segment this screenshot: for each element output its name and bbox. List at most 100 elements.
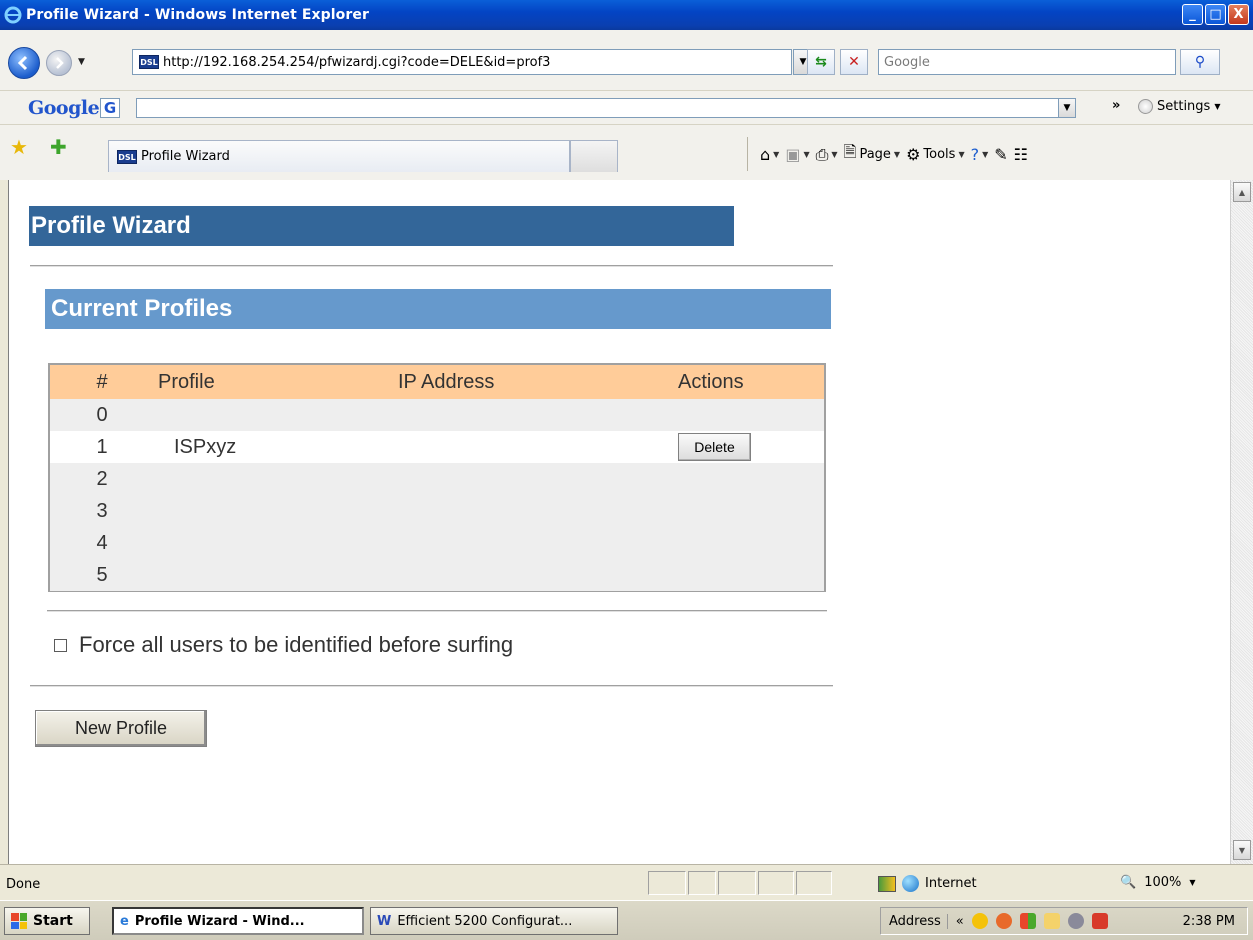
start-label: Start [33, 913, 73, 929]
research-icon: ✎ [994, 145, 1008, 164]
favorites-star-icon[interactable]: ★ [10, 135, 28, 159]
search-input[interactable]: Google [878, 49, 1176, 75]
help-button[interactable]: ? ▼ [971, 145, 989, 164]
security-zone[interactable]: Internet [878, 875, 977, 892]
row-actions: Delete [678, 433, 824, 461]
tray-address-label[interactable]: Address [889, 913, 948, 929]
settings-tray-icon[interactable] [1067, 913, 1084, 929]
back-button[interactable] [8, 47, 40, 79]
settings-label: Settings [1157, 99, 1211, 114]
navigation-bar: ▼ DSL http://192.168.254.254/pfwizardj.c… [0, 30, 1253, 90]
status-bar: Done Internet 🔍 100% ▼ [0, 864, 1253, 900]
table-row: 2 [50, 463, 824, 495]
zoom-icon: 🔍 [1120, 875, 1137, 890]
new-tab-button[interactable] [570, 140, 618, 172]
maximize-button[interactable]: □ [1205, 4, 1226, 25]
force-identify-checkbox[interactable] [54, 638, 67, 652]
ie-task-icon: e [120, 913, 129, 929]
new-profile-button[interactable]: New Profile [35, 710, 207, 747]
google-search-input[interactable] [136, 98, 1060, 118]
gear-icon: ⚙ [906, 145, 921, 164]
google-logo: Google [28, 97, 100, 119]
delete-profile-button[interactable]: Delete [678, 433, 751, 461]
row-number: 2 [96, 467, 108, 490]
row-profile: ISPxyz [174, 435, 237, 458]
stop-button[interactable]: ✕ [840, 49, 868, 75]
scroll-up-button[interactable]: ▲ [1233, 182, 1251, 202]
stop-icon: ✕ [848, 54, 860, 70]
table-row: 3 [50, 495, 824, 527]
add-favorites-icon[interactable]: ✚ [50, 135, 67, 159]
folder-tray-icon[interactable] [1043, 913, 1060, 929]
google-g-button[interactable]: G [100, 98, 120, 118]
tray-expand-icon[interactable]: « [956, 914, 964, 929]
window-title: Profile Wizard - Windows Internet Explor… [26, 7, 369, 23]
table-header: # Profile IP Address Actions [50, 365, 824, 399]
table-row: 0 [50, 399, 824, 431]
task-label: Efficient 5200 Configurat... [397, 913, 573, 929]
network-tray-icon[interactable] [1019, 913, 1036, 929]
row-number: 3 [96, 499, 108, 522]
status-panel [796, 871, 832, 895]
recent-pages-dropdown[interactable]: ▼ [78, 57, 85, 67]
taskbar-item-ie[interactable]: e Profile Wizard - Wind... [112, 907, 364, 935]
row-number: 1 [96, 435, 108, 458]
research-button[interactable]: ✎ [994, 145, 1007, 164]
word-task-icon: W [377, 913, 392, 929]
tab-label: Profile Wizard [141, 149, 230, 164]
clock: 2:38 PM [1182, 913, 1235, 929]
refresh-button[interactable]: ⇆ [807, 49, 835, 75]
taskbar: Start e Profile Wizard - Wind... W Effic… [0, 900, 1253, 940]
alert-tray-icon[interactable] [1091, 913, 1108, 929]
address-url: http://192.168.254.254/pfwizardj.cgi?cod… [163, 54, 551, 70]
search-placeholder: Google [884, 54, 930, 70]
ie-logo-icon [4, 6, 22, 24]
settings-button[interactable]: Settings ▼ [1138, 99, 1220, 114]
tab-favicon-icon: DSL [117, 149, 137, 164]
status-panel [688, 871, 716, 895]
antivirus-tray-icon[interactable] [995, 913, 1012, 929]
search-icon: ⚲ [1194, 54, 1206, 70]
home-button[interactable]: ⌂ ▼ [760, 145, 779, 164]
taskbar-item-word[interactable]: W Efficient 5200 Configurat... [370, 907, 618, 935]
scroll-down-button[interactable]: ▼ [1233, 840, 1251, 860]
shield-tray-icon[interactable] [971, 913, 988, 929]
page-menu[interactable]: 🗎 Page ▼ [844, 141, 901, 168]
column-header-ip: IP Address [398, 370, 495, 393]
divider [30, 685, 833, 687]
tab-bar: ★ ✚ DSL Profile Wizard ⌂ ▼ ▣ ▼ ⎙ ▼ 🗎 Page ▼ ⚙… [0, 124, 1253, 180]
status-text: Done [6, 877, 41, 892]
address-bar[interactable]: DSL http://192.168.254.254/pfwizardj.cgi… [132, 49, 792, 75]
start-button[interactable]: Start [4, 907, 90, 935]
print-button[interactable]: ⎙ ▼ [816, 145, 838, 165]
forward-arrow-icon [56, 57, 64, 69]
tab-profile-wizard[interactable]: DSL Profile Wizard [108, 140, 570, 172]
feeds-button[interactable]: ▣ ▼ [785, 145, 809, 164]
close-button[interactable]: X [1228, 4, 1249, 25]
page-viewport: Profile Wizard Current Profiles # Profil… [8, 180, 1230, 864]
column-header-profile: Profile [158, 370, 215, 393]
messenger-button[interactable]: ☷ [1014, 145, 1028, 164]
page-title: Profile Wizard [29, 206, 734, 246]
divider [30, 265, 833, 267]
force-identify-option[interactable]: Force all users to be identified before … [54, 632, 513, 658]
page-icon: 🗎 [843, 142, 857, 161]
row-number: 5 [96, 563, 108, 586]
site-favicon-icon: DSL [139, 55, 159, 69]
back-arrow-icon [17, 55, 28, 71]
tools-menu[interactable]: ⚙ Tools ▼ [906, 145, 965, 164]
column-header-actions: Actions [678, 370, 744, 393]
toolbar-more-button[interactable]: » [1112, 98, 1120, 113]
status-panel [648, 871, 686, 895]
vertical-scrollbar[interactable]: ▲ ▼ [1230, 180, 1253, 864]
title-bar: Profile Wizard - Windows Internet Explor… [0, 0, 1253, 30]
zoom-level: 100% [1144, 875, 1182, 890]
table-row: 1 ISPxyz Delete [50, 431, 824, 463]
tools-menu-label: Tools [923, 147, 956, 162]
google-search-dropdown[interactable]: ▼ [1058, 98, 1076, 118]
minimize-button[interactable]: _ [1182, 4, 1203, 25]
zoom-control[interactable]: 🔍 100% ▼ [1120, 875, 1196, 890]
search-button[interactable]: ⚲ [1180, 49, 1220, 75]
windows-logo-icon [11, 913, 27, 929]
forward-button[interactable] [46, 50, 72, 76]
